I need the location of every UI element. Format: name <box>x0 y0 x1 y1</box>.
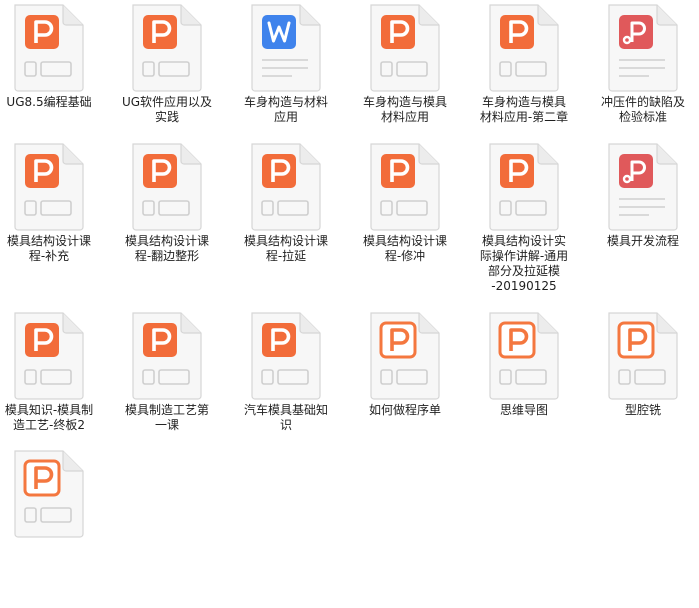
file-label: 模具结构设计实 际操作讲解-通用 部分及拉延模 -20190125 <box>479 234 569 293</box>
file-label: 汽车模具基础知 识 <box>243 403 328 432</box>
ppt-outline-icon <box>14 450 84 538</box>
file-item[interactable]: 模具结构设计课 程-翻边整形 <box>108 141 226 301</box>
ppt-icon <box>14 143 84 231</box>
file-item[interactable]: 如何做程序单 <box>346 310 464 470</box>
ppt-icon <box>132 4 202 92</box>
word-icon <box>251 4 321 92</box>
file-label: 模具制造工艺第 一课 <box>124 403 209 432</box>
ppt-icon <box>251 312 321 400</box>
ppt-icon <box>489 4 559 92</box>
file-item[interactable]: 车身构造与模具 材料应用 <box>346 2 464 162</box>
file-grid: UG8.5编程基础 UG软件应用以及 实践 车身构造与材料 应用 车身构造与模具… <box>0 0 699 538</box>
ppt-outline-icon <box>370 312 440 400</box>
pdf-icon <box>608 143 678 231</box>
file-label: UG软件应用以及 实践 <box>121 95 213 124</box>
ppt-icon <box>132 312 202 400</box>
file-item[interactable]: UG软件应用以及 实践 <box>108 2 226 162</box>
file-item[interactable]: UG8.5编程基础 <box>0 2 108 162</box>
file-item[interactable] <box>0 448 108 608</box>
file-label: 模具结构设计课 程-拉延 <box>243 234 328 263</box>
file-item[interactable]: 模具制造工艺第 一课 <box>108 310 226 470</box>
ppt-outline-icon <box>608 312 678 400</box>
ppt-icon <box>251 143 321 231</box>
file-label: UG8.5编程基础 <box>6 95 92 109</box>
file-item[interactable]: 模具开发流程 <box>584 141 699 301</box>
file-label: 模具知识-模具制 造工艺-终板2 <box>4 403 94 432</box>
ppt-outline-icon <box>489 312 559 400</box>
file-item[interactable]: 模具结构设计课 程-拉延 <box>227 141 345 301</box>
file-item[interactable]: 车身构造与模具 材料应用-第二章 <box>465 2 583 162</box>
file-item[interactable]: 思维导图 <box>465 310 583 470</box>
file-label: 车身构造与材料 应用 <box>243 95 328 124</box>
ppt-icon <box>489 143 559 231</box>
file-item[interactable]: 型腔铣 <box>584 310 699 470</box>
file-label: 模具结构设计课 程-修冲 <box>362 234 447 263</box>
file-label: 车身构造与模具 材料应用-第二章 <box>479 95 569 124</box>
file-item[interactable]: 模具结构设计实 际操作讲解-通用 部分及拉延模 -20190125 <box>465 141 583 301</box>
file-item[interactable]: 模具结构设计课 程-修冲 <box>346 141 464 301</box>
pdf-icon <box>608 4 678 92</box>
file-item[interactable]: 汽车模具基础知 识 <box>227 310 345 470</box>
ppt-icon <box>370 143 440 231</box>
file-label: 型腔铣 <box>624 403 661 417</box>
file-item[interactable]: 车身构造与材料 应用 <box>227 2 345 162</box>
ppt-icon <box>132 143 202 231</box>
file-label: 思维导图 <box>499 403 548 417</box>
file-item[interactable]: 冲压件的缺陷及 检验标准 <box>584 2 699 162</box>
ppt-icon <box>370 4 440 92</box>
ppt-icon <box>14 4 84 92</box>
file-label: 模具结构设计课 程-补充 <box>6 234 91 263</box>
file-label: 冲压件的缺陷及 检验标准 <box>600 95 685 124</box>
file-item[interactable]: 模具知识-模具制 造工艺-终板2 <box>0 310 108 470</box>
ppt-icon <box>14 312 84 400</box>
file-label: 如何做程序单 <box>368 403 441 417</box>
file-item[interactable]: 模具结构设计课 程-补充 <box>0 141 108 301</box>
file-label: 模具开发流程 <box>606 234 679 248</box>
file-label: 模具结构设计课 程-翻边整形 <box>124 234 209 263</box>
file-label: 车身构造与模具 材料应用 <box>362 95 447 124</box>
